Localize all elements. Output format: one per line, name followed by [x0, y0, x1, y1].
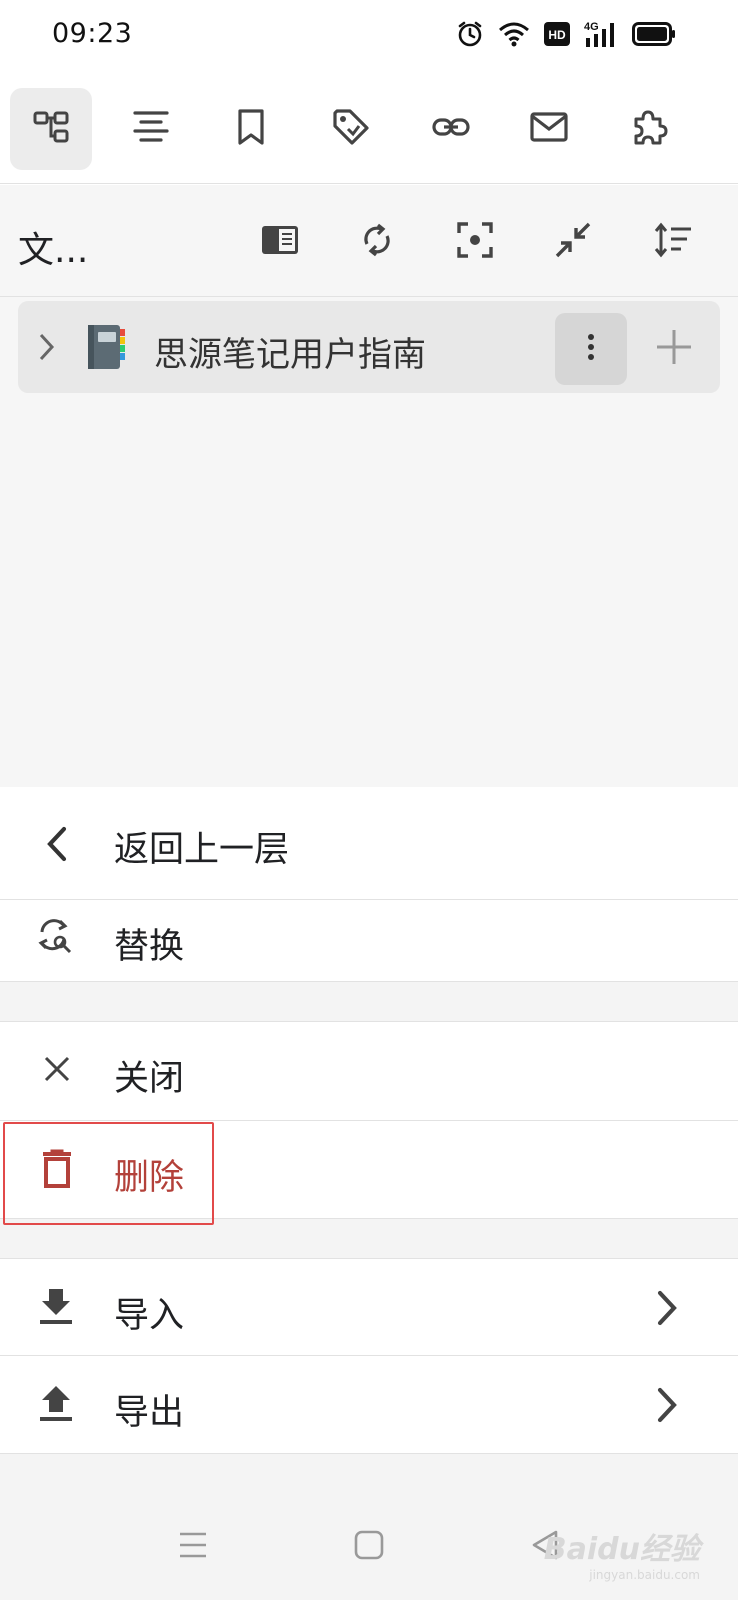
menu-replace-label: 替换	[114, 927, 185, 967]
more-options-button[interactable]	[555, 313, 627, 385]
system-nav-bar: Baidu经验 jingyan.baidu.com	[0, 1502, 738, 1600]
refresh-icon	[359, 222, 395, 262]
menu-export-label: 导出	[114, 1393, 185, 1433]
watermark-text: Baidu经验	[543, 1532, 700, 1567]
dock-inbox-button[interactable]	[508, 88, 590, 170]
sidebar-toggle-icon	[261, 225, 299, 259]
status-bar: 09:23 HD 4G	[0, 0, 738, 74]
alarm-icon	[456, 20, 484, 48]
add-document-button[interactable]	[654, 327, 694, 371]
outline-icon	[131, 107, 171, 151]
menu-export[interactable]: 导出	[0, 1356, 738, 1454]
chevron-right-icon	[654, 1289, 680, 1331]
notebook-icon	[84, 323, 128, 375]
hd-icon: HD	[544, 22, 570, 46]
menu-import[interactable]: 导入	[0, 1259, 738, 1356]
notebook-item[interactable]: 思源笔记用户指南	[18, 301, 720, 393]
inbox-icon	[529, 107, 569, 151]
replace-icon	[36, 916, 76, 960]
sidebar-toggle-button[interactable]	[255, 217, 305, 267]
menu-back-label: 返回上一层	[114, 830, 290, 870]
export-icon	[38, 1384, 74, 1426]
status-icons: HD 4G	[456, 20, 676, 48]
sort-button[interactable]	[648, 217, 698, 267]
dock-toolbar	[0, 80, 738, 184]
file-tree-icon	[31, 107, 71, 151]
delete-highlight-box	[3, 1122, 214, 1225]
tag-icon	[331, 107, 371, 151]
panel-title: 文...	[18, 230, 89, 271]
collapse-all-button[interactable]	[548, 217, 598, 267]
chevron-right-icon	[654, 1386, 680, 1428]
dock-backlink-button[interactable]	[410, 88, 492, 170]
more-vertical-icon	[586, 332, 596, 366]
collapse-icon	[554, 221, 592, 263]
status-time: 09:23	[52, 18, 133, 49]
sort-icon	[653, 222, 693, 262]
home-icon[interactable]	[354, 1530, 384, 1564]
dock-plugin-button[interactable]	[608, 88, 690, 170]
bookmark-icon	[231, 107, 271, 151]
focus-icon	[456, 221, 494, 263]
close-icon	[42, 1054, 72, 1088]
menu-replace[interactable]: 替换	[0, 900, 738, 982]
file-tree-toolbar: 文...	[0, 185, 738, 297]
dock-outline-button[interactable]	[110, 88, 192, 170]
focus-button[interactable]	[450, 217, 500, 267]
network-label: 4G	[584, 21, 599, 33]
menu-separator	[0, 1219, 738, 1259]
menu-close-label: 关闭	[114, 1059, 185, 1099]
backlink-icon	[431, 107, 471, 151]
chevron-right-icon[interactable]	[36, 329, 58, 369]
menu-back[interactable]: 返回上一层	[0, 787, 738, 900]
import-icon	[38, 1287, 74, 1329]
watermark: Baidu经验 jingyan.baidu.com	[544, 1524, 700, 1582]
dock-bookmark-button[interactable]	[210, 88, 292, 170]
file-tree: 思源笔记用户指南	[0, 297, 738, 787]
watermark-sub: jingyan.baidu.com	[589, 1568, 700, 1582]
battery-icon	[632, 22, 676, 46]
signal-4g-icon: 4G	[584, 20, 618, 48]
dock-file-tree-button[interactable]	[10, 88, 92, 170]
wifi-icon	[498, 21, 530, 47]
chevron-left-icon	[42, 825, 70, 867]
hd-label: HD	[548, 28, 566, 42]
plugin-icon	[629, 107, 669, 151]
plus-icon	[657, 330, 691, 364]
refresh-button[interactable]	[352, 217, 402, 267]
dock-tag-button[interactable]	[310, 88, 392, 170]
menu-import-label: 导入	[114, 1296, 185, 1336]
menu-separator	[0, 982, 738, 1022]
notebook-label: 思源笔记用户指南	[154, 335, 426, 375]
menu-close[interactable]: 关闭	[0, 1022, 738, 1121]
menu-icon[interactable]	[178, 1530, 208, 1564]
